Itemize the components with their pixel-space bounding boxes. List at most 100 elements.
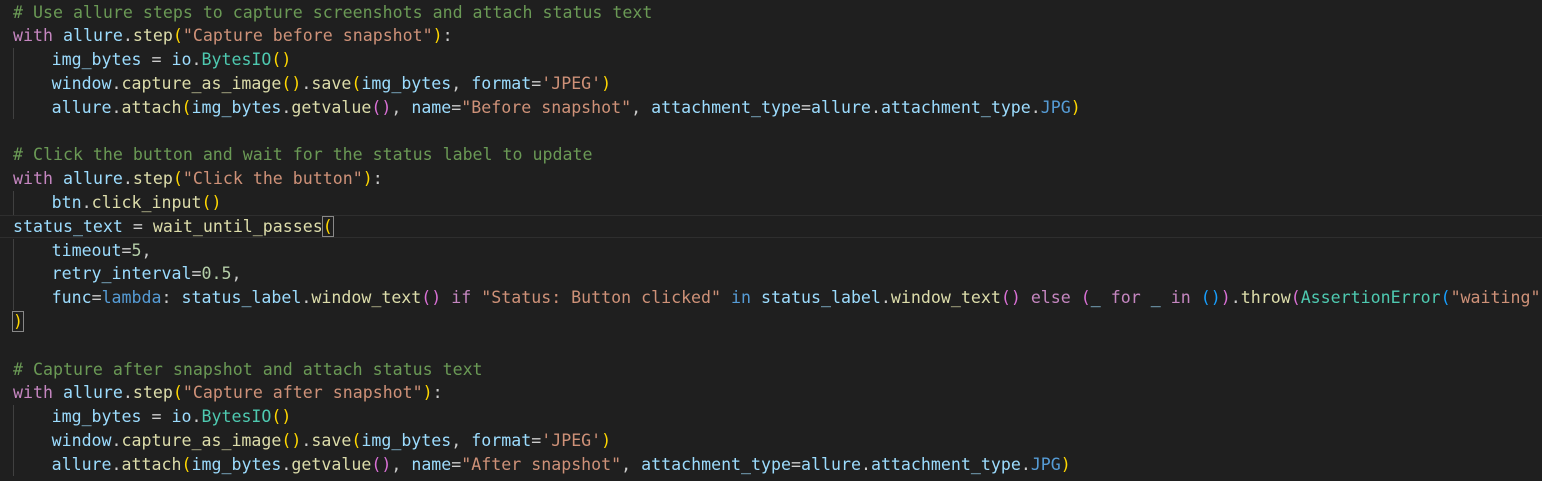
code-token: save [311, 430, 352, 450]
code-token: io [171, 407, 192, 427]
code-token: "waiting" [1450, 288, 1541, 308]
code-token: allure [51, 97, 112, 117]
code-token: . [860, 454, 871, 474]
code-token: = [531, 430, 542, 450]
code-token: in [731, 288, 752, 308]
code-token: attach [121, 454, 182, 474]
code-token: name [411, 454, 452, 474]
code-token: ( [1080, 288, 1091, 308]
code-token: func [51, 288, 92, 308]
code-token: : [442, 26, 453, 46]
code-token: status_text [13, 216, 123, 236]
code-line[interactable] [0, 334, 1542, 358]
code-token: = [141, 407, 172, 427]
code-token: . [1030, 97, 1041, 117]
code-token: () [1000, 288, 1021, 308]
code-token: . [111, 73, 122, 93]
code-line[interactable]: timeout=5, [0, 238, 1542, 263]
code-token: attach [121, 97, 182, 117]
code-token: "Before snapshot" [461, 97, 632, 117]
code-token: . [281, 454, 292, 474]
code-token: () [281, 430, 302, 450]
code-token: = [800, 97, 811, 117]
code-token: . [111, 454, 122, 474]
indent-guide [13, 48, 14, 72]
code-line[interactable]: func=lambda: status_label.window_text() … [0, 286, 1542, 310]
code-token: . [880, 288, 891, 308]
code-line[interactable]: with allure.step("Capture before snapsho… [0, 24, 1542, 48]
code-token: BytesIO [201, 50, 272, 70]
code-token: capture_as_image [121, 73, 282, 93]
code-line[interactable]: window.capture_as_image().save(img_bytes… [0, 71, 1542, 96]
code-line[interactable]: # Capture after snapshot and attach stat… [0, 358, 1542, 382]
code-token: # Use allure steps to capture screenshot… [13, 2, 653, 22]
code-token: , [231, 264, 242, 284]
code-token: click_input [91, 192, 202, 212]
code-token: for [1110, 288, 1141, 308]
code-token: window [51, 430, 112, 450]
code-token: () [271, 50, 292, 70]
code-token: allure [62, 26, 123, 46]
code-line[interactable]: ) [0, 310, 1542, 334]
code-token: ) [1060, 454, 1071, 474]
code-line[interactable]: window.capture_as_image().save(img_bytes… [0, 428, 1542, 453]
code-line[interactable]: with allure.step("Capture after snapshot… [0, 381, 1542, 405]
code-token: ( [351, 430, 362, 450]
code-token: , [621, 454, 642, 474]
code-token: attachment_type [870, 454, 1021, 474]
code-token: . [1230, 288, 1241, 308]
code-line[interactable]: img_bytes = io.BytesIO() [0, 405, 1542, 429]
code-line[interactable]: # Click the button and wait for the stat… [0, 143, 1542, 167]
indent-guide [13, 95, 14, 120]
code-token: with [13, 383, 53, 403]
code-token: () [201, 192, 222, 212]
code-token: () [421, 288, 442, 308]
code-token: ( [181, 454, 192, 474]
code-token: . [281, 97, 292, 117]
code-token: , [451, 430, 472, 450]
code-token: AssertionError [1300, 288, 1441, 308]
code-token: # Capture after snapshot and attach stat… [13, 359, 483, 379]
code-line[interactable]: with allure.step("Click the button"): [0, 167, 1542, 191]
code-token: JPG [1030, 454, 1061, 474]
code-line[interactable]: allure.attach(img_bytes.getvalue(), name… [0, 452, 1542, 477]
code-token: ( [351, 73, 362, 93]
code-token: : [432, 383, 443, 403]
code-token: ) [1220, 288, 1231, 308]
code-token: . [191, 407, 202, 427]
code-token: () [1200, 288, 1221, 308]
code-token: io [171, 50, 192, 70]
code-line[interactable] [0, 120, 1542, 144]
code-token: img_bytes [191, 454, 282, 474]
code-line[interactable]: allure.attach(img_bytes.getvalue(), name… [0, 95, 1542, 120]
code-token: in [1170, 288, 1191, 308]
code-line[interactable]: img_bytes = io.BytesIO() [0, 48, 1542, 72]
code-token: ) [422, 383, 433, 403]
code-line-current[interactable]: status_text = wait_until_passes( [0, 214, 1542, 239]
indent-guide [13, 428, 14, 453]
code-token: ) [12, 310, 24, 332]
code-token: step [132, 383, 173, 403]
code-token: save [311, 73, 352, 93]
code-line[interactable]: retry_interval=0.5, [0, 262, 1542, 287]
code-token: img_bytes [361, 430, 452, 450]
code-line[interactable]: # Use allure steps to capture screenshot… [0, 1, 1542, 25]
code-line[interactable]: btn.click_input() [0, 190, 1542, 215]
code-token: . [1020, 454, 1031, 474]
code-token: lambda [101, 288, 162, 308]
code-token: . [122, 383, 133, 403]
code-token: else [1030, 288, 1071, 308]
code-token: = [191, 264, 202, 284]
code-editor[interactable]: # Use allure steps to capture screenshot… [0, 0, 1542, 481]
code-token: window_text [311, 288, 422, 308]
code-token: attachment_type [880, 97, 1031, 117]
code-token: = [791, 454, 801, 474]
code-token: . [870, 97, 881, 117]
code-token: JPG [1040, 97, 1071, 117]
code-token: allure [62, 169, 123, 189]
code-token: timeout [51, 240, 122, 260]
